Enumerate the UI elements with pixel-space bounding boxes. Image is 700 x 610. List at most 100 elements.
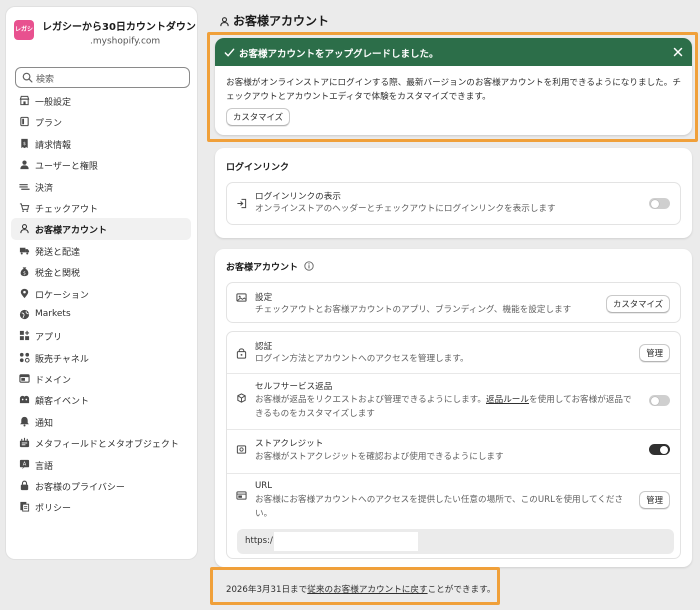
store-switcher[interactable]: レガシ レガシーから30日カウントダウン .myshopify.com xyxy=(14,16,196,56)
lock-icon xyxy=(20,480,29,491)
settings-customize-button[interactable]: カスタマイズ xyxy=(606,295,670,313)
sidebar-item-label: 税金と関税 xyxy=(35,269,81,280)
toggle-knob xyxy=(660,445,668,454)
settings-sidebar: レガシ レガシーから30日カウントダウン .myshopify.com 検索 一… xyxy=(6,7,197,559)
sidebar-item-label: 言語 xyxy=(35,461,54,472)
cart-icon xyxy=(19,203,30,212)
sidebar-item-billing[interactable]: $ 請求情報 xyxy=(11,133,191,154)
channels-icon xyxy=(19,352,30,363)
tax-icon: $ xyxy=(20,267,29,276)
sidebar-item-payments[interactable]: 決済 xyxy=(11,176,191,197)
login-link-row: ログインリンクの表示 オンラインストアのヘッダーとチェックアウトにログインリンク… xyxy=(226,182,681,225)
sidebar-item-privacy[interactable]: お客様のプライバシー xyxy=(11,475,191,496)
row-description: チェックアウトとお客様アカウントのアプリ、ブランディング、機能を設定します xyxy=(255,305,572,315)
sidebar-item-shipping[interactable]: 発送と配達 xyxy=(11,240,191,261)
login-link-card: ログインリンク ログインリンクの表示 オンラインストアのヘッダーとチェックアウト… xyxy=(215,148,692,238)
sidebar-item-notifications[interactable]: 通知 xyxy=(11,411,191,432)
row-title: 認証 xyxy=(255,342,273,352)
sidebar-item-label: ロケーション xyxy=(35,290,89,301)
svg-text:$: $ xyxy=(23,141,26,147)
language-icon: A xyxy=(19,459,30,469)
person-icon xyxy=(20,224,29,234)
sidebar-item-customer-accounts[interactable]: お客様アカウント xyxy=(11,218,191,240)
card-title: お客様アカウント xyxy=(226,260,314,273)
page-title: お客様アカウント xyxy=(219,12,329,29)
sidebar-item-customer-events[interactable]: 顧客イベント xyxy=(11,389,191,410)
sidebar-item-label: 請求情報 xyxy=(35,140,72,151)
sidebar-item-label: 販売チャネル xyxy=(35,354,89,365)
row-title: 設定 xyxy=(255,293,273,303)
redacted-url xyxy=(274,532,418,551)
sidebar-item-label: チェックアウト xyxy=(35,204,99,215)
plan-icon xyxy=(20,117,29,127)
store-domain: .myshopify.com xyxy=(42,36,160,47)
sidebar-item-general[interactable]: 一般設定 xyxy=(11,90,191,111)
customer-accounts-card: お客様アカウント 設定 チェックアウトとお客様アカウントのアプリ、ブランディング… xyxy=(215,249,692,567)
sidebar-item-policies[interactable]: ポリシー xyxy=(11,496,191,517)
self-service-returns-toggle[interactable] xyxy=(649,395,670,406)
events-icon xyxy=(19,396,30,404)
info-icon[interactable] xyxy=(304,261,314,271)
return-rules-link[interactable]: 返品ルール xyxy=(486,395,529,405)
login-link-toggle[interactable] xyxy=(649,198,670,209)
sidebar-item-label: 顧客イベント xyxy=(35,397,90,408)
payment-icon xyxy=(19,183,30,190)
login-icon xyxy=(237,198,247,209)
sidebar-item-locations[interactable]: ロケーション xyxy=(11,283,191,304)
row-description: お客様が返品をリクエストおよび管理できるようにします。返品ルールを使用してお客様… xyxy=(255,395,632,419)
sidebar-item-sales-channels[interactable]: 販売チャネル xyxy=(11,347,191,368)
auth-icon xyxy=(236,348,247,359)
sidebar-item-markets[interactable]: Markets xyxy=(11,304,191,325)
domain-icon xyxy=(19,374,30,383)
sidebar-item-label: Markets xyxy=(35,308,71,319)
row-title: ログインリンクの表示 xyxy=(255,192,341,202)
row-description: お客様がストアクレジットを確認および使用できるようにします xyxy=(255,452,504,462)
store-logo: レガシ xyxy=(14,20,34,40)
store-credit-toggle[interactable] xyxy=(649,444,670,455)
location-icon xyxy=(20,288,29,298)
url-icon xyxy=(236,491,247,500)
search-input[interactable]: 検索 xyxy=(15,67,190,88)
apps-icon xyxy=(19,331,30,341)
sidebar-item-users[interactable]: ユーザーと権限 xyxy=(11,154,191,175)
toggle-knob xyxy=(651,396,659,405)
sidebar-item-apps[interactable]: アプリ xyxy=(11,325,191,346)
settings-nav: 一般設定 プラン $ 請求情報 ユーザーと権限 決済 チェックアウト お客様アカ… xyxy=(11,90,191,518)
policy-icon xyxy=(20,502,30,512)
row-title: ストアクレジット xyxy=(255,439,324,449)
row-description: お客様にお客様アカウントへのアクセスを提供したい任意の場所で、このURLを使用し… xyxy=(255,495,624,519)
svg-text:A: A xyxy=(23,461,27,467)
sidebar-item-label: 発送と配達 xyxy=(35,247,81,258)
card-title: ログインリンク xyxy=(226,163,290,173)
store-name: レガシーから30日カウントダウン xyxy=(42,22,196,33)
sidebar-item-label: ポリシー xyxy=(35,504,72,515)
search-icon xyxy=(22,72,33,83)
auth-manage-button[interactable]: 管理 xyxy=(639,344,670,362)
sidebar-item-label: アプリ xyxy=(35,333,63,344)
sidebar-item-plan[interactable]: プラン xyxy=(11,111,191,132)
returns-icon xyxy=(237,393,246,403)
metafields-icon xyxy=(19,438,30,448)
row-title: セルフサービス返品 xyxy=(255,382,333,392)
url-manage-button[interactable]: 管理 xyxy=(639,491,670,509)
truck-icon xyxy=(19,247,30,255)
sidebar-item-label: ユーザーと権限 xyxy=(35,162,98,173)
svg-text:$: $ xyxy=(23,270,26,276)
sidebar-item-metafields[interactable]: メタフィールドとメタオブジェクト xyxy=(11,432,191,453)
sidebar-item-languages[interactable]: A 言語 xyxy=(11,454,191,475)
url-prefix: https:/ xyxy=(245,536,273,546)
redacted-subdomain xyxy=(42,36,90,46)
sidebar-item-label: メタフィールドとメタオブジェクト xyxy=(35,440,179,451)
toggle-knob xyxy=(651,199,659,208)
account-url-field[interactable]: https:/ xyxy=(237,529,674,554)
sidebar-item-taxes[interactable]: $ 税金と関税 xyxy=(11,261,191,282)
row-description: ログイン方法とアカウントへのアクセスを管理します。 xyxy=(255,354,469,364)
settings-row: 設定 チェックアウトとお客様アカウントのアプリ、ブランディング、機能を設定します… xyxy=(226,282,681,323)
sidebar-item-domains[interactable]: ドメイン xyxy=(11,368,191,389)
sidebar-item-checkout[interactable]: チェックアウト xyxy=(11,197,191,218)
search-placeholder: 検索 xyxy=(36,75,55,85)
sidebar-item-label: お客様アカウント xyxy=(35,226,108,237)
person-icon xyxy=(220,17,229,27)
annotation-highlight xyxy=(210,567,500,605)
sidebar-item-label: 決済 xyxy=(35,183,54,194)
